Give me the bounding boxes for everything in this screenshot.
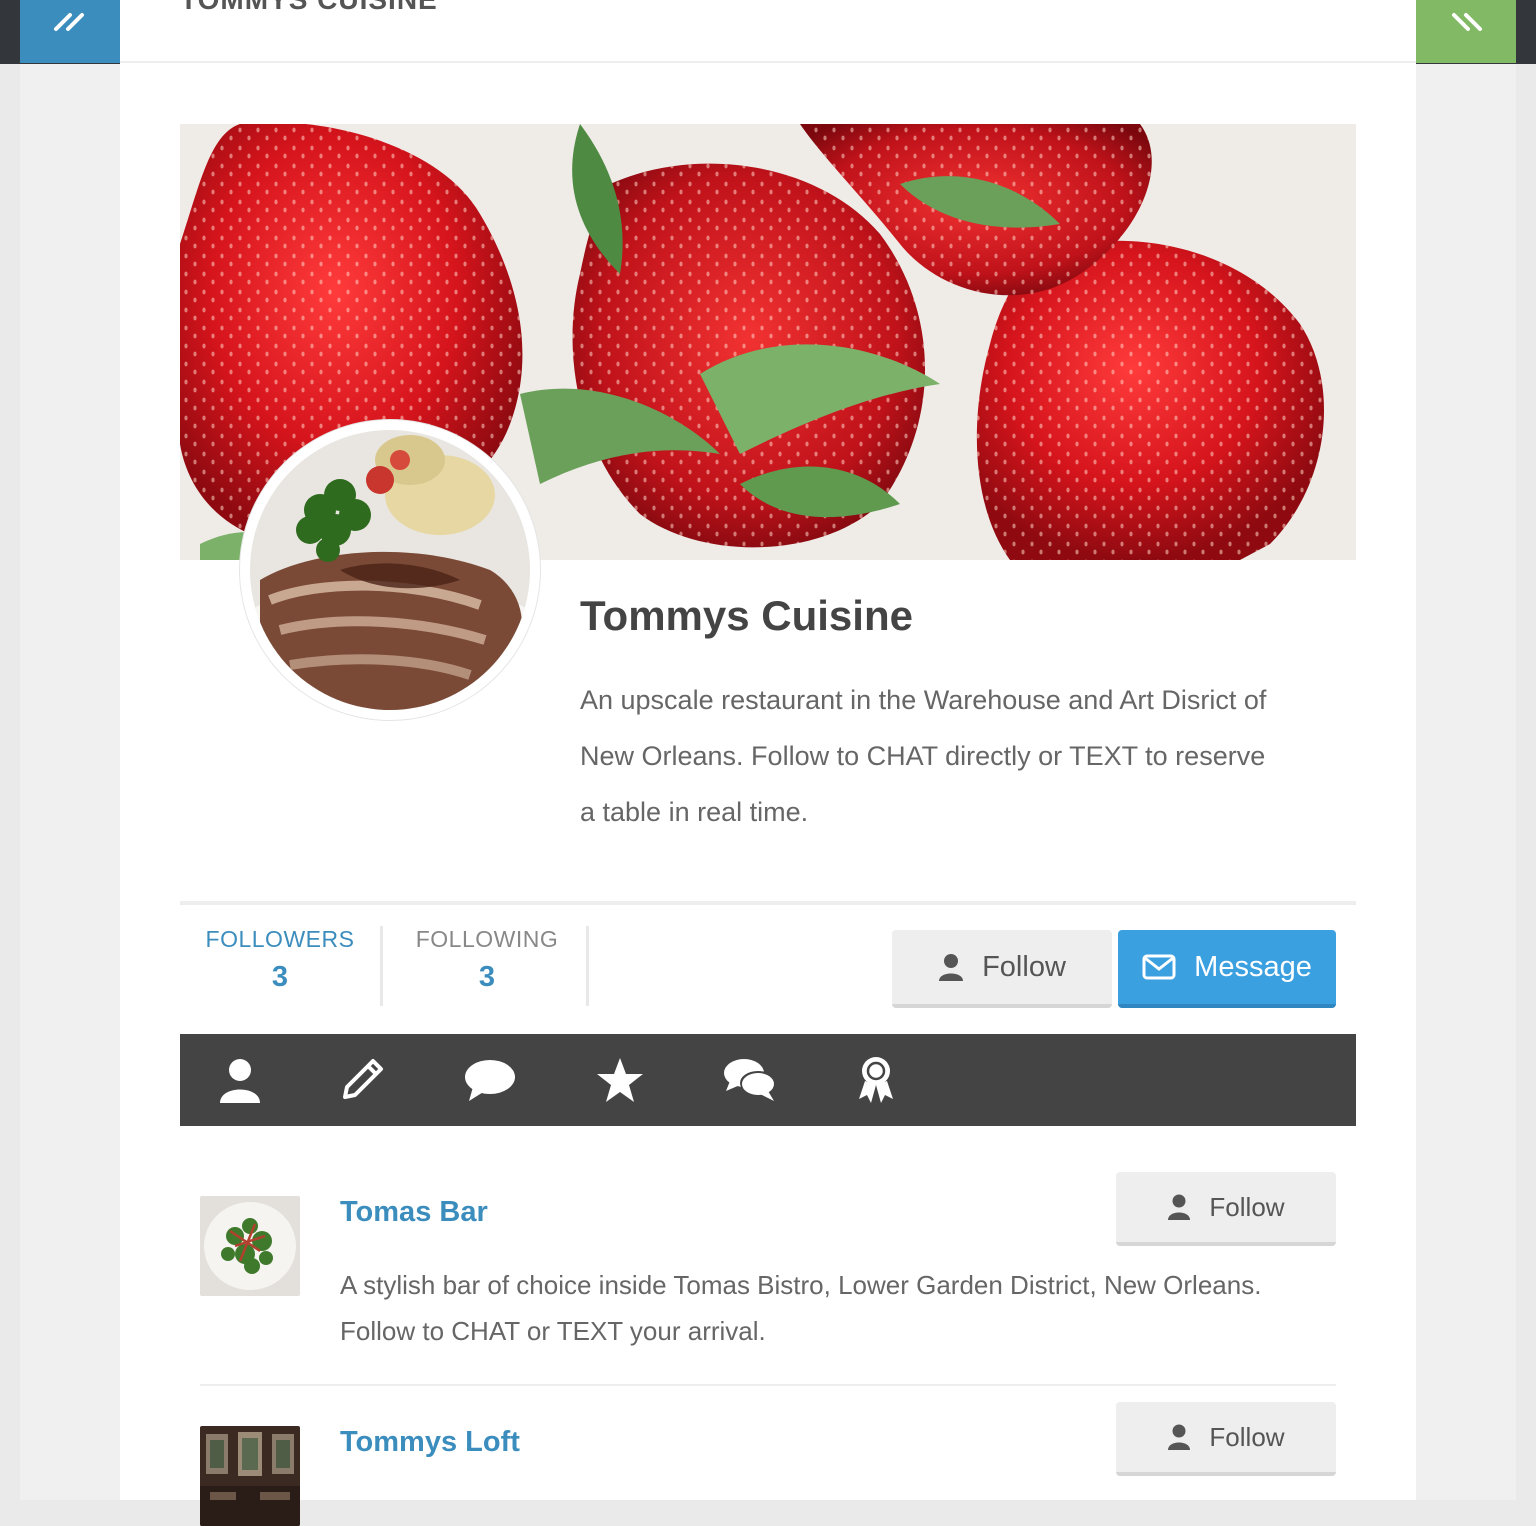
- follow-button[interactable]: Follow: [892, 930, 1112, 1008]
- envelope-icon: [1142, 954, 1176, 980]
- left-sidebar-background: [20, 64, 120, 1500]
- follow-button-label: Follow: [1209, 1191, 1285, 1222]
- user-icon: [939, 954, 964, 981]
- list-divider: [200, 1384, 1336, 1386]
- user-icon: [220, 1059, 260, 1103]
- right-sidebar-background: [1416, 64, 1516, 1500]
- profile-description: An upscale restaurant in the Warehouse a…: [580, 685, 1267, 827]
- tab-profile[interactable]: [190, 1034, 290, 1126]
- section-divider: [180, 901, 1356, 905]
- double-chevron-left-icon: [1452, 12, 1482, 31]
- followers-stat[interactable]: FOLLOWERS 3: [180, 926, 380, 1006]
- list-item-thumbnail[interactable]: [200, 1426, 300, 1526]
- tab-badges[interactable]: [826, 1034, 926, 1126]
- message-button[interactable]: Message: [1118, 930, 1336, 1008]
- double-chevron-right-icon: [54, 12, 84, 31]
- tab-comments[interactable]: [440, 1034, 540, 1126]
- stat-separator: [380, 926, 383, 1006]
- avatar-image: [250, 430, 530, 710]
- profile-tab-bar: [180, 1034, 1356, 1126]
- tab-reviews[interactable]: [570, 1034, 670, 1126]
- thumbnail-image: [200, 1426, 300, 1526]
- followers-count: 3: [271, 961, 289, 993]
- list-item-name[interactable]: Tommys Loft: [340, 1426, 520, 1459]
- message-button-label: Message: [1194, 950, 1312, 983]
- follow-button-label: Follow: [1209, 1421, 1285, 1452]
- sidebar-expand-left-button[interactable]: [20, 0, 120, 63]
- tab-forum[interactable]: [700, 1034, 800, 1126]
- main-content: TOMMYS CUISINE: [120, 0, 1416, 1526]
- tab-posts[interactable]: [312, 1034, 412, 1126]
- user-icon: [1168, 1194, 1191, 1220]
- list-item-follow-button[interactable]: Follow: [1116, 1402, 1336, 1476]
- stat-separator: [586, 926, 589, 1006]
- list-item-name[interactable]: Tomas Bar: [340, 1196, 488, 1229]
- following-stat[interactable]: FOLLOWING 3: [386, 926, 588, 1006]
- profile-avatar[interactable]: [240, 420, 540, 720]
- site-header: TOMMYS CUISINE: [120, 0, 1416, 63]
- site-title[interactable]: TOMMYS CUISINE: [180, 0, 438, 16]
- followers-label: FOLLOWERS: [205, 926, 355, 952]
- star-icon: [597, 1058, 643, 1102]
- thumbnail-image: [200, 1196, 300, 1296]
- following-label: FOLLOWING: [415, 926, 559, 952]
- list-item-description: A stylish bar of choice inside Tomas Bis…: [340, 1270, 1262, 1346]
- comment-icon: [465, 1060, 515, 1101]
- list-item-follow-button[interactable]: Follow: [1116, 1172, 1336, 1246]
- follow-button-label: Follow: [982, 950, 1066, 983]
- pencil-icon: [343, 1059, 383, 1099]
- sidebar-expand-right-button[interactable]: [1416, 0, 1516, 63]
- following-count: 3: [478, 961, 496, 993]
- user-icon: [1168, 1424, 1191, 1450]
- list-item-thumbnail[interactable]: [200, 1196, 300, 1296]
- award-icon: [859, 1057, 893, 1103]
- comments-icon: [724, 1059, 776, 1101]
- profile-name: Tommys Cuisine: [580, 592, 913, 639]
